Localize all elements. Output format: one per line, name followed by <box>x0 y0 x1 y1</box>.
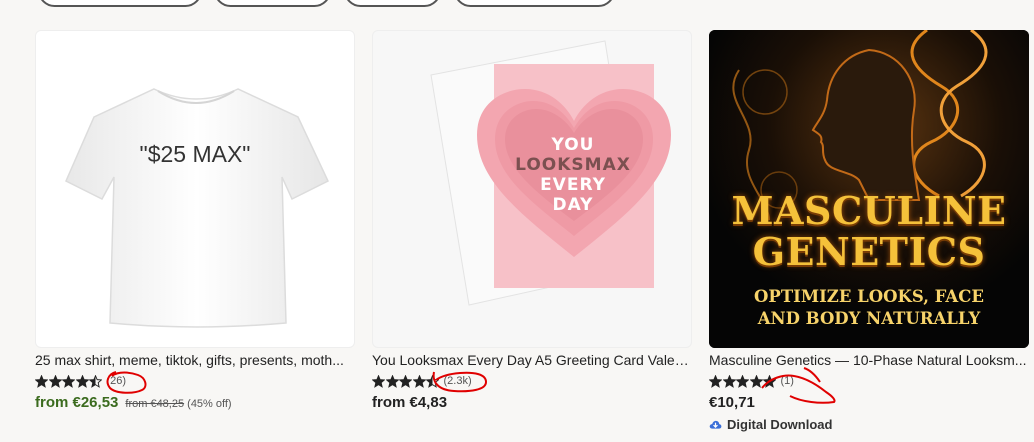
rating: (26) <box>35 373 355 389</box>
original-price: from €48,25 <box>125 398 185 410</box>
star-full-icon <box>722 374 736 388</box>
rating: (2.3k) <box>372 373 692 389</box>
discount-label: (45% off) <box>187 398 232 410</box>
star-full-icon <box>372 374 385 388</box>
star-half-icon <box>89 374 102 388</box>
star-full-icon <box>48 374 62 388</box>
product-card[interactable]: MASCULINE GENETICS OPTIMIZE LOOKS, FACE … <box>709 30 1029 432</box>
price: from €4,83 <box>372 394 448 411</box>
book-subtitle-line: OPTIMIZE LOOKS, FACE <box>754 287 984 306</box>
digital-download-badge: Digital Download <box>709 417 1029 432</box>
review-count: (2.3k) <box>443 375 472 387</box>
star-full-icon <box>399 374 412 388</box>
star-rating <box>35 374 103 388</box>
product-image[interactable]: "$25 MAX" <box>35 30 355 348</box>
review-count: (26) <box>106 375 127 387</box>
original-price-info: from €48,25 (45% off) <box>125 398 231 410</box>
book-subtitle-line: AND BODY NATURALLY <box>757 309 981 328</box>
star-full-icon <box>35 374 48 388</box>
star-full-icon <box>75 374 89 388</box>
card-line: EVERY <box>540 175 606 195</box>
star-rating <box>709 374 777 388</box>
star-full-icon <box>763 374 776 388</box>
product-image[interactable]: MASCULINE GENETICS OPTIMIZE LOOKS, FACE … <box>709 30 1029 348</box>
product-card[interactable]: "$25 MAX" 25 max shirt, meme, tiktok, gi… <box>35 30 355 411</box>
book-title-line: MASCULINE <box>731 188 1007 233</box>
product-title[interactable]: 25 max shirt, meme, tiktok, gifts, prese… <box>35 352 355 369</box>
price: €10,71 <box>709 394 755 411</box>
book-subtitle: OPTIMIZE LOOKS, FACE AND BODY NATURALLY <box>709 286 1029 330</box>
rating: (1) <box>709 373 1029 389</box>
card-line: DAY <box>552 195 594 215</box>
product-title[interactable]: Masculine Genetics — 10-Phase Natural Lo… <box>709 352 1029 369</box>
filter-chip[interactable] <box>38 0 202 7</box>
star-full-icon <box>749 374 763 388</box>
cloud-download-icon <box>709 420 722 429</box>
star-full-icon <box>709 374 722 388</box>
book-title: MASCULINE GENETICS <box>709 190 1029 272</box>
card-line: YOU <box>551 135 595 155</box>
filter-chip[interactable] <box>344 0 441 7</box>
digital-download-label: Digital Download <box>727 417 833 432</box>
star-full-icon <box>736 374 749 388</box>
sale-price: from €26,53 <box>35 394 119 411</box>
filter-chip[interactable] <box>454 0 615 7</box>
book-title-line: GENETICS <box>752 229 986 274</box>
card-line: LOOKSMAX <box>515 155 631 175</box>
star-rating <box>372 374 440 388</box>
shirt-print-text: "$25 MAX" <box>139 141 251 167</box>
star-full-icon <box>385 374 399 388</box>
star-full-icon <box>412 374 426 388</box>
filter-chip[interactable] <box>214 0 331 7</box>
product-title[interactable]: You Looksmax Every Day A5 Greeting Card … <box>372 352 692 369</box>
card-text: YOU LOOKSMAX EVERY DAY <box>373 135 691 215</box>
review-count: (1) <box>780 375 794 387</box>
tshirt-illustration <box>65 88 329 328</box>
star-half-icon <box>426 374 439 388</box>
product-card[interactable]: YOU LOOKSMAX EVERY DAY You Looksmax Ever… <box>372 30 692 411</box>
product-image[interactable]: YOU LOOKSMAX EVERY DAY <box>372 30 692 348</box>
star-full-icon <box>62 374 75 388</box>
